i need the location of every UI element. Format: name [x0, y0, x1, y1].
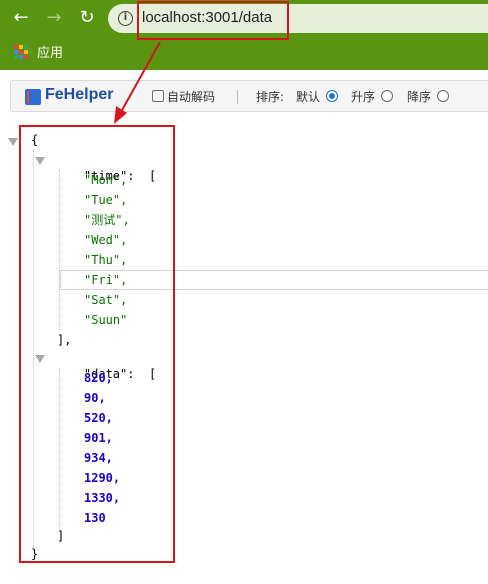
- auto-decode-checkbox[interactable]: [152, 90, 164, 102]
- toolbar-divider: [237, 90, 238, 104]
- apps-grid-icon[interactable]: [14, 45, 28, 59]
- fehelper-toolbar: FeHelper 自动解码 排序: 默认 升序 降序: [0, 70, 488, 122]
- sort-label: 排序:: [256, 90, 285, 104]
- sort-default-radio[interactable]: [326, 90, 338, 102]
- collapse-root-icon[interactable]: [8, 138, 18, 146]
- sort-asc-radio[interactable]: [381, 90, 393, 102]
- reload-icon[interactable]: ↻: [75, 6, 99, 30]
- apps-bookmark-label[interactable]: 应用: [37, 42, 63, 61]
- fehelper-logo-icon: [25, 89, 41, 105]
- auto-decode-label[interactable]: 自动解码: [167, 88, 215, 105]
- sort-asc-label[interactable]: 升序: [351, 88, 375, 105]
- toolbar-container: FeHelper 自动解码 排序: 默认 升序 降序: [10, 80, 488, 112]
- back-arrow-icon[interactable]: ←: [9, 6, 33, 30]
- bookmarks-bar: 应用: [0, 38, 488, 64]
- json-highlight-box: [19, 125, 175, 563]
- sort-desc-radio[interactable]: [437, 90, 449, 102]
- sort-default-label[interactable]: 默认: [296, 88, 320, 105]
- url-highlight-box: [137, 1, 289, 40]
- sort-desc-label[interactable]: 降序: [407, 88, 431, 105]
- site-info-icon[interactable]: i: [118, 11, 133, 26]
- fehelper-brand[interactable]: FeHelper: [45, 86, 113, 104]
- forward-arrow-icon[interactable]: →: [42, 6, 66, 30]
